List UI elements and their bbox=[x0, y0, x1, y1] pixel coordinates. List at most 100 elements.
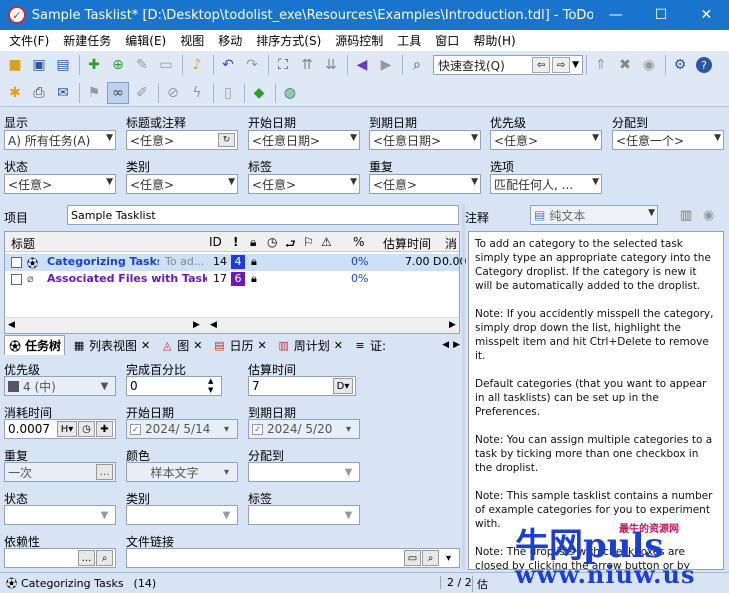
dependency-field[interactable]: … ⌕ bbox=[4, 548, 116, 568]
new-task-icon[interactable]: ✚ bbox=[83, 54, 105, 76]
edit-task-icon[interactable]: ✎ bbox=[131, 54, 153, 76]
collapse-icon[interactable]: ⇊ bbox=[320, 54, 342, 76]
save-all-icon[interactable]: ▤ bbox=[52, 54, 74, 76]
task-title[interactable]: Categorizing Tasks bbox=[47, 255, 159, 268]
chevron-down-icon[interactable]: ▼ bbox=[648, 208, 655, 218]
filter-start-combo[interactable]: <任意日期> ▼ bbox=[248, 130, 360, 150]
clock-icon[interactable]: ◷ bbox=[78, 421, 95, 437]
print-icon[interactable]: ⎙ bbox=[28, 82, 50, 104]
project-name-input[interactable]: Sample Tasklist bbox=[67, 205, 459, 225]
close-icon[interactable]: ✕ bbox=[141, 339, 150, 352]
search-icon[interactable]: ⌕ bbox=[96, 550, 113, 566]
estimate-unit-combo[interactable]: D ▾ bbox=[333, 378, 353, 394]
lock-icon[interactable]: 🔒︎ bbox=[251, 255, 257, 269]
save-icon[interactable]: ▣ bbox=[28, 54, 50, 76]
chevron-down-icon[interactable]: ▼ bbox=[340, 464, 357, 480]
file-link-field[interactable]: ▭ ⌕ ▾ bbox=[126, 548, 460, 568]
start-date-picker[interactable]: ✓ 2024/ 5/14 ▾ bbox=[126, 419, 238, 439]
due-date-checkbox[interactable]: ✓ bbox=[252, 423, 263, 435]
tab-list-view[interactable]: ▦ 列表视图 ✕ bbox=[69, 335, 153, 355]
lock-icon[interactable]: 🔒︎ bbox=[251, 272, 257, 286]
chevron-down-icon[interactable]: ▼ bbox=[96, 378, 113, 394]
chevron-down-icon[interactable]: ▼ bbox=[218, 507, 235, 523]
filter-category-combo[interactable]: <任意> ▼ bbox=[126, 174, 238, 194]
col-header-estimate[interactable]: 估算时间 bbox=[383, 235, 431, 252]
comments-options-icon[interactable]: ◉ bbox=[703, 208, 714, 223]
menu-file[interactable]: 文件(F) bbox=[2, 32, 56, 49]
task-priority[interactable]: 6 bbox=[231, 272, 245, 286]
new-subtask-icon[interactable]: ⊕ bbox=[107, 54, 129, 76]
search-icon[interactable]: ⌕ bbox=[422, 550, 439, 566]
calendar-dropdown-icon[interactable]: ▾ bbox=[340, 421, 357, 437]
color-combo[interactable]: 样本文字 ▾ bbox=[126, 462, 238, 482]
time-spent-input[interactable]: 0.0007 H ▾ ◷ ✚ bbox=[4, 419, 116, 439]
tab-evidence[interactable]: ≡ 证: bbox=[350, 335, 389, 355]
undo-icon[interactable]: ↶ bbox=[217, 54, 239, 76]
close-icon[interactable]: ✕ bbox=[193, 339, 202, 352]
time-spent-unit-combo[interactable]: H ▾ bbox=[57, 421, 77, 437]
clock-header-icon[interactable]: ◷ bbox=[267, 235, 277, 249]
open-folder-icon[interactable]: ■ bbox=[4, 54, 26, 76]
scroll-left-icon[interactable]: ◀ bbox=[210, 320, 217, 330]
warning-header-icon[interactable]: ⚠ bbox=[321, 235, 332, 249]
chevron-down-icon[interactable]: ▼ bbox=[106, 133, 113, 143]
maximize-view-icon[interactable]: ⛶ bbox=[272, 54, 294, 76]
menu-edit[interactable]: 编辑(E) bbox=[118, 32, 173, 49]
brush-icon[interactable]: ✐ bbox=[131, 82, 153, 104]
category-combo[interactable]: ▼ bbox=[126, 505, 238, 525]
filter-status-combo[interactable]: <任意> ▼ bbox=[4, 174, 116, 194]
filter-options-combo[interactable]: 匹配任何人, ... ▼ bbox=[490, 174, 602, 194]
edit-comment-icon[interactable]: ▭ bbox=[155, 54, 177, 76]
link-icon[interactable]: ∞ bbox=[107, 81, 129, 104]
scroll-right-icon[interactable]: ▶ bbox=[193, 320, 200, 330]
find-prev-icon[interactable]: ⇦ bbox=[532, 57, 551, 73]
find-next-icon[interactable]: ⇨ bbox=[552, 57, 571, 73]
chevron-down-icon[interactable]: ▾ bbox=[218, 464, 235, 480]
menu-move[interactable]: 移动 bbox=[211, 32, 249, 49]
chevron-down-icon[interactable]: ▼ bbox=[572, 60, 582, 70]
menu-source-control[interactable]: 源码控制 bbox=[328, 32, 390, 49]
tag-icon[interactable]: ◆ bbox=[248, 82, 270, 104]
move-right-icon[interactable]: ▶ bbox=[375, 54, 397, 76]
col-header-percent[interactable]: % bbox=[353, 235, 364, 249]
chevron-down-icon[interactable]: ▼ bbox=[592, 133, 599, 143]
menu-window[interactable]: 窗口 bbox=[428, 32, 466, 49]
add-time-icon[interactable]: ✚ bbox=[96, 421, 113, 437]
table-row[interactable]: ⚽︎ Categorizing Tasks To ad... 14 4 🔒︎ 0… bbox=[5, 254, 467, 271]
due-date-picker[interactable]: ✓ 2024/ 5/20 ▾ bbox=[248, 419, 360, 439]
gear-icon[interactable]: ⚙ bbox=[669, 54, 691, 76]
menu-sort[interactable]: 排序方式(S) bbox=[249, 32, 328, 49]
estimate-input[interactable]: 7 D ▾ bbox=[248, 376, 356, 396]
comments-toolbar-icon[interactable]: ▥ bbox=[680, 208, 692, 223]
comment-format-combo[interactable]: ▤ 纯文本 ▼ bbox=[530, 205, 658, 225]
delete-icon[interactable]: ✖ bbox=[614, 54, 636, 76]
clipboard-icon[interactable]: ▯ bbox=[217, 82, 239, 104]
close-icon[interactable]: ✕ bbox=[334, 339, 343, 352]
filter-due-combo[interactable]: <任意日期> ▼ bbox=[369, 130, 481, 150]
calendar-dropdown-icon[interactable]: ▾ bbox=[218, 421, 235, 437]
find-icon[interactable]: ⌕ bbox=[406, 54, 428, 76]
close-icon[interactable]: ✕ bbox=[258, 339, 267, 352]
filter-priority-combo[interactable]: <任意> ▼ bbox=[490, 130, 602, 150]
tab-scroll-left-icon[interactable]: ◀ bbox=[442, 340, 449, 350]
lock-header-icon[interactable]: 🔒︎ bbox=[250, 235, 256, 250]
filter-show-combo[interactable]: A) 所有任务(A) ▼ bbox=[4, 130, 116, 150]
task-checkbox[interactable] bbox=[11, 257, 22, 268]
menu-tools[interactable]: 工具 bbox=[390, 32, 428, 49]
percent-spin-icon[interactable]: ▲ ▼ bbox=[208, 377, 213, 395]
task-title[interactable]: Associated Files with Tasks bbox=[47, 272, 207, 285]
stop-icon[interactable]: ⊘ bbox=[162, 82, 184, 104]
scroll-left-icon[interactable]: ◀ bbox=[8, 320, 15, 330]
chevron-down-icon[interactable]: ▼ bbox=[106, 177, 113, 187]
menu-help[interactable]: 帮助(H) bbox=[466, 32, 522, 49]
filter-recur-combo[interactable]: <任意> ▼ bbox=[369, 174, 481, 194]
status-combo[interactable]: ▼ bbox=[4, 505, 116, 525]
maximize-button[interactable]: ☐ bbox=[638, 0, 683, 30]
tab-scroll-right-icon[interactable]: ▶ bbox=[453, 340, 460, 350]
horizontal-scrollbar[interactable]: ◀ ▶ ◀ ▶ bbox=[5, 317, 459, 333]
flag-icon[interactable]: ⚑ bbox=[83, 82, 105, 104]
tab-week-planner[interactable]: ▥ 周计划 ✕ bbox=[274, 335, 346, 355]
ellipsis-icon[interactable]: … bbox=[78, 550, 95, 566]
redo-icon[interactable]: ↷ bbox=[241, 54, 263, 76]
start-date-checkbox[interactable]: ✓ bbox=[130, 423, 141, 435]
